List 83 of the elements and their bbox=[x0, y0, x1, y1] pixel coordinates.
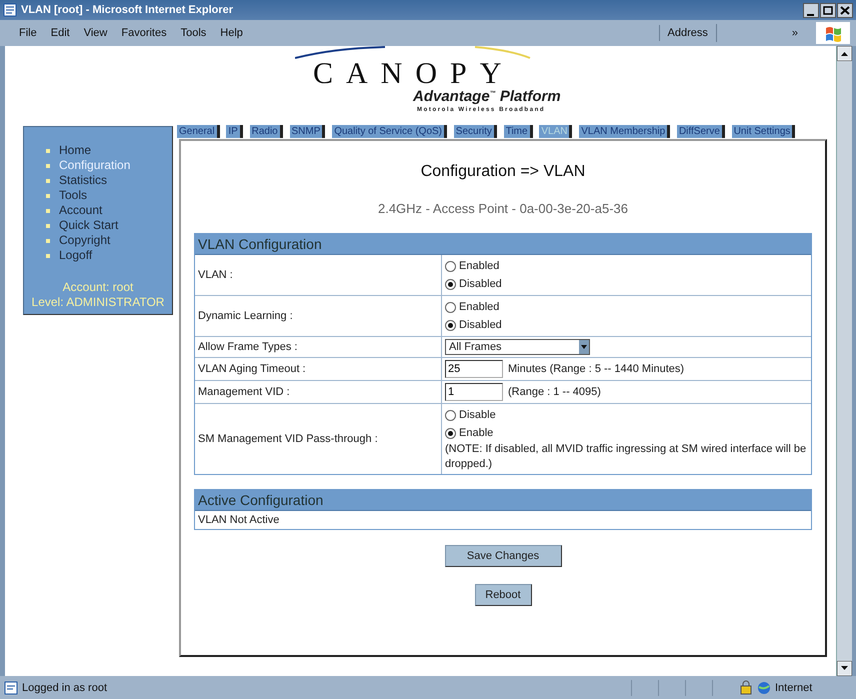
tab[interactable]: DiffServe bbox=[676, 125, 725, 138]
account-text: Account: root bbox=[62, 280, 134, 295]
frame-types-dropdown[interactable]: All Frames bbox=[445, 339, 590, 355]
radio-button[interactable] bbox=[445, 278, 456, 290]
nav-link[interactable]: Copyright bbox=[59, 233, 110, 248]
logo-tagline: Advantage$^{™}$ Platform bbox=[413, 88, 561, 105]
menu-item[interactable]: View bbox=[76, 25, 114, 41]
bullet-icon bbox=[46, 178, 50, 182]
scroll-down-icon[interactable] bbox=[837, 661, 852, 676]
address-label: Address bbox=[658, 25, 716, 41]
option-label: Enable bbox=[459, 426, 494, 441]
tab[interactable]: SNMP bbox=[290, 125, 326, 138]
nav-link[interactable]: Statistics bbox=[59, 173, 108, 188]
radio-button[interactable] bbox=[445, 260, 456, 272]
option-label: Enabled bbox=[459, 259, 500, 274]
section-header: VLAN Configuration bbox=[195, 234, 811, 255]
maximize-icon[interactable] bbox=[820, 2, 836, 18]
tab[interactable]: VLAN Membership bbox=[579, 125, 670, 138]
page-icon bbox=[4, 680, 18, 694]
nav-link[interactable]: Logoff bbox=[59, 248, 92, 263]
radio-button[interactable] bbox=[445, 410, 456, 420]
level-text: Level: ADMINISTRATOR bbox=[30, 295, 166, 310]
nav-link[interactable]: Account bbox=[59, 203, 102, 218]
bullet-icon bbox=[46, 254, 50, 258]
reboot-button[interactable]: Reboot bbox=[474, 584, 532, 606]
input-field[interactable]: 25 bbox=[445, 360, 503, 378]
nav-link[interactable]: Tools bbox=[59, 188, 88, 203]
field-label: SM Management VID Pass-through : bbox=[195, 404, 442, 474]
option-label: Disabled bbox=[459, 318, 502, 333]
close-icon[interactable] bbox=[837, 2, 853, 18]
save-button[interactable]: Save Changes bbox=[444, 545, 562, 567]
bullet-icon bbox=[46, 148, 50, 152]
section-header: Active Configuration bbox=[195, 490, 811, 511]
bullet-icon bbox=[46, 238, 50, 242]
menu-item[interactable]: Favorites bbox=[114, 25, 174, 41]
option-label: Enabled bbox=[459, 300, 500, 315]
tab[interactable]: IP bbox=[226, 125, 243, 138]
tab[interactable]: Security bbox=[454, 125, 497, 138]
bullet-icon bbox=[46, 224, 50, 228]
note-text: (NOTE: If disabled, all MVID traffic ingressing at SM wired interface will be dropped.) bbox=[445, 442, 808, 472]
menu-item[interactable]: File bbox=[12, 25, 44, 41]
bullet-icon bbox=[46, 208, 50, 212]
option-label: Disable bbox=[459, 408, 496, 423]
bullet-icon bbox=[46, 164, 50, 168]
radio-button[interactable] bbox=[445, 302, 456, 312]
radio-button[interactable] bbox=[445, 320, 456, 330]
radio-button[interactable] bbox=[445, 428, 456, 438]
nav-link[interactable]: Home bbox=[59, 143, 92, 158]
window-title: VLAN [root] - Microsoft Internet Explorer bbox=[21, 4, 234, 16]
tab[interactable]: Time bbox=[504, 125, 533, 138]
bullet-icon bbox=[46, 194, 50, 198]
menu-item[interactable]: Edit bbox=[44, 25, 77, 41]
field-label: Management VID : bbox=[195, 380, 442, 404]
menu-item[interactable]: Help bbox=[213, 25, 250, 41]
tab[interactable]: Unit Settings bbox=[732, 125, 796, 138]
page-icon bbox=[3, 3, 17, 17]
logo-wordmark: CANOPY bbox=[313, 60, 514, 88]
tab[interactable]: Quality of Service (QoS) bbox=[332, 125, 448, 138]
input-field[interactable]: 1 bbox=[445, 383, 503, 401]
minimize-icon[interactable] bbox=[803, 2, 819, 18]
field-label: Allow Frame Types : bbox=[195, 336, 442, 358]
range-hint: Minutes (Range : 5 -- 1440 Minutes) bbox=[508, 363, 684, 375]
status-text: VLAN Not Active bbox=[197, 513, 280, 528]
tab[interactable]: Radio bbox=[250, 125, 283, 138]
scroll-up-icon[interactable] bbox=[837, 46, 852, 61]
field-label: VLAN Aging Timeout : bbox=[195, 358, 442, 380]
zone-text: Internet bbox=[775, 682, 812, 694]
page-title: Configuration => VLAN bbox=[420, 163, 586, 181]
status-text: Logged in as root bbox=[22, 682, 108, 694]
option-label: Disabled bbox=[459, 277, 502, 292]
globe-icon bbox=[757, 680, 771, 694]
menu-item[interactable]: Tools bbox=[174, 25, 214, 41]
toolbar-chevron[interactable]: » bbox=[782, 27, 808, 39]
nav-link[interactable]: Configuration bbox=[59, 158, 130, 173]
tab[interactable]: General bbox=[177, 125, 220, 138]
nav-link[interactable]: Quick Start bbox=[59, 218, 118, 233]
field-label: VLAN : bbox=[195, 255, 442, 296]
field-label: Dynamic Learning : bbox=[195, 296, 442, 336]
dropdown-arrow-icon bbox=[581, 345, 587, 349]
device-info: 2.4GHz - Access Point - 0a-00-3e-20-a5-36 bbox=[376, 201, 629, 216]
flag-logo-icon bbox=[824, 24, 842, 42]
range-hint: (Range : 1 -- 4095) bbox=[508, 386, 601, 398]
lock-icon bbox=[739, 680, 753, 695]
